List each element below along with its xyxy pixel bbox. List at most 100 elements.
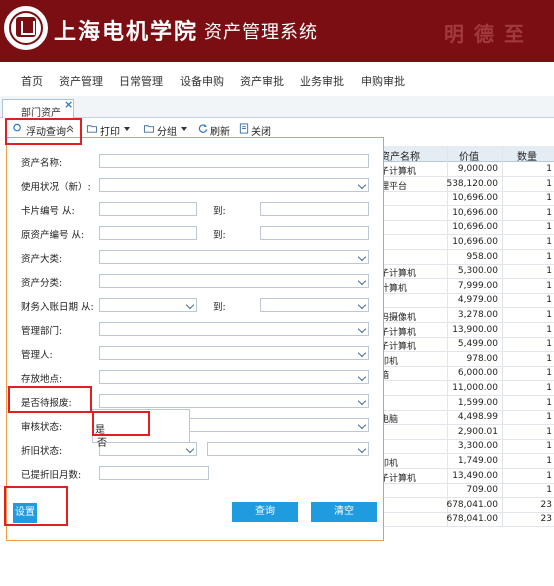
cell-value: 10,696.00	[452, 222, 498, 233]
nav-item-asset-approval[interactable]: 资产审批	[240, 73, 284, 89]
nav-item-business-approval[interactable]: 业务审批	[300, 73, 344, 89]
table-row[interactable]: 子计算机 13,490.00 1	[376, 470, 554, 484]
cell-quantity: 1	[546, 383, 552, 393]
column-header-asset-name[interactable]: 资产名称	[380, 148, 420, 163]
highlight-option-yes	[92, 411, 150, 436]
cell-quantity: 1	[546, 485, 552, 496]
depreciation-status-secondary-select[interactable]	[207, 442, 369, 456]
chevron-down-icon	[357, 324, 367, 334]
table-row[interactable]: 码摄像机 3,278.00 1	[376, 309, 554, 323]
depreciated-months-input[interactable]	[99, 466, 209, 480]
cell-quantity: 1	[546, 426, 552, 437]
cell-asset-name: 计算机	[380, 283, 408, 294]
cell-value: 3,278.00	[457, 310, 498, 320]
column-header-value[interactable]: 价值	[459, 148, 479, 163]
table-row[interactable]: 958.00 1	[376, 251, 554, 265]
asset-name-input[interactable]	[99, 154, 369, 168]
orig-asset-no-to-input[interactable]	[260, 226, 369, 240]
orig-asset-no-to-label: 到:	[213, 230, 226, 241]
cell-quantity: 1	[546, 441, 552, 452]
table-row[interactable]: 2,900.01 1	[376, 426, 554, 440]
caret-down-icon	[181, 127, 187, 131]
nav-item-equipment-purchase[interactable]: 设备申购	[180, 73, 224, 89]
cell-asset-name: 理平台	[380, 181, 408, 192]
manage-dept-label: 管理部门:	[21, 326, 63, 337]
cell-value: 11,000.00	[452, 383, 498, 393]
manager-select[interactable]	[99, 346, 369, 360]
cell-value: 13,900.00	[452, 324, 498, 335]
depreciation-status-select[interactable]	[99, 442, 197, 456]
table-row[interactable]: 709.00 1	[376, 484, 554, 499]
school-name: 上海电机学院	[54, 19, 199, 45]
tab-close-icon[interactable]: ×	[64, 98, 73, 111]
table-row[interactable]: 4,979.00 1	[376, 294, 554, 309]
print-label: 打印	[100, 127, 120, 138]
query-button[interactable]: 查询	[232, 502, 298, 522]
cell-value: 958.00	[466, 251, 499, 262]
table-row[interactable]: 计算机 7,999.00 1	[376, 280, 554, 294]
nav-item-daily-management[interactable]: 日常管理	[119, 73, 163, 89]
cell-value: 678,041.00	[446, 499, 498, 510]
table-row[interactable]: 1,599.00 1	[376, 397, 554, 411]
tab-strip: 部门资产 ×	[0, 96, 554, 119]
table-row[interactable]: 印机 978.00 1	[376, 353, 554, 367]
table-row[interactable]: 箱 6,000.00 1	[376, 367, 554, 382]
table-row[interactable]: 10,696.00 1	[376, 221, 554, 236]
cell-quantity: 1	[546, 222, 552, 233]
table-row[interactable]: 子计算机 5,499.00 1	[376, 338, 554, 353]
cell-asset-name: 码摄像机	[380, 313, 417, 323]
card-no-to-label: 到:	[213, 206, 226, 217]
manage-dept-select[interactable]	[99, 322, 369, 336]
group-button[interactable]: 分组	[143, 122, 193, 138]
close-button[interactable]: 关闭	[238, 122, 274, 138]
table-row[interactable]: 678,041.00 23	[376, 499, 554, 513]
table-row[interactable]: 11,000.00 1	[376, 382, 554, 396]
table-row[interactable]: 3,300.00 1	[376, 440, 554, 455]
asset-class-select[interactable]	[99, 274, 369, 288]
card-no-from-input[interactable]	[99, 202, 197, 216]
table-row[interactable]: 子计算机 5,300.00 1	[376, 265, 554, 280]
orig-asset-no-from-input[interactable]	[99, 226, 197, 240]
close-label: 关闭	[251, 127, 271, 138]
card-no-to-input[interactable]	[260, 202, 369, 216]
asset-major-class-select[interactable]	[99, 250, 369, 264]
app-header: 上海电机学院 资产管理系统 明德至	[0, 0, 554, 62]
nav-item-home[interactable]: 首页	[21, 73, 43, 89]
use-status-label: 使用状况（新）:	[21, 182, 91, 193]
table-row[interactable]: 电脑 4,498.99 1	[376, 411, 554, 426]
table-row[interactable]: 印机 1,749.00 1	[376, 455, 554, 469]
asset-name-label: 资产名称:	[21, 158, 63, 169]
table-row[interactable]: 10,696.00 1	[376, 207, 554, 221]
cell-value: 538,120.00	[446, 178, 498, 189]
print-button[interactable]: 打印	[86, 122, 136, 138]
use-status-select[interactable]	[99, 178, 369, 192]
dropdown-option-no[interactable]: 否	[97, 434, 107, 449]
nav-item-asset-management[interactable]: 资产管理	[59, 73, 103, 89]
chevron-down-icon	[357, 348, 367, 358]
column-header-quantity[interactable]: 数量	[517, 148, 537, 163]
cell-quantity: 1	[546, 207, 552, 218]
cell-value: 678,041.00	[446, 514, 498, 525]
chevron-down-icon	[357, 276, 367, 286]
location-label: 存放地点:	[21, 374, 63, 385]
finance-date-from-select[interactable]	[99, 298, 197, 312]
audit-status-label: 审核状态:	[21, 422, 63, 433]
tab-department-assets[interactable]: 部门资产 ×	[2, 98, 74, 119]
refresh-button[interactable]: 刷新	[197, 122, 233, 138]
pending-scrap-select[interactable]	[99, 394, 369, 408]
clear-button[interactable]: 清空	[311, 502, 377, 522]
cell-value: 6,000.00	[457, 368, 498, 379]
table-row[interactable]: 10,696.00 1	[376, 192, 554, 207]
table-row[interactable]: 10,696.00 1	[376, 236, 554, 250]
chevron-down-icon	[357, 252, 367, 262]
table-row[interactable]: 子计算机 13,900.00 1	[376, 324, 554, 338]
motto-watermark: 明德至	[444, 22, 534, 46]
nav-item-purchase-approval[interactable]: 申购审批	[361, 73, 405, 89]
table-row[interactable]: 子计算机 9,000.00 1	[376, 163, 554, 177]
finance-date-to-select[interactable]	[260, 298, 369, 312]
cell-value: 978.00	[466, 353, 499, 364]
chevron-down-icon	[185, 444, 195, 454]
table-row[interactable]: 678,041.00 23	[376, 513, 554, 528]
location-select[interactable]	[99, 370, 369, 384]
table-row[interactable]: 理平台 538,120.00 1	[376, 178, 554, 192]
